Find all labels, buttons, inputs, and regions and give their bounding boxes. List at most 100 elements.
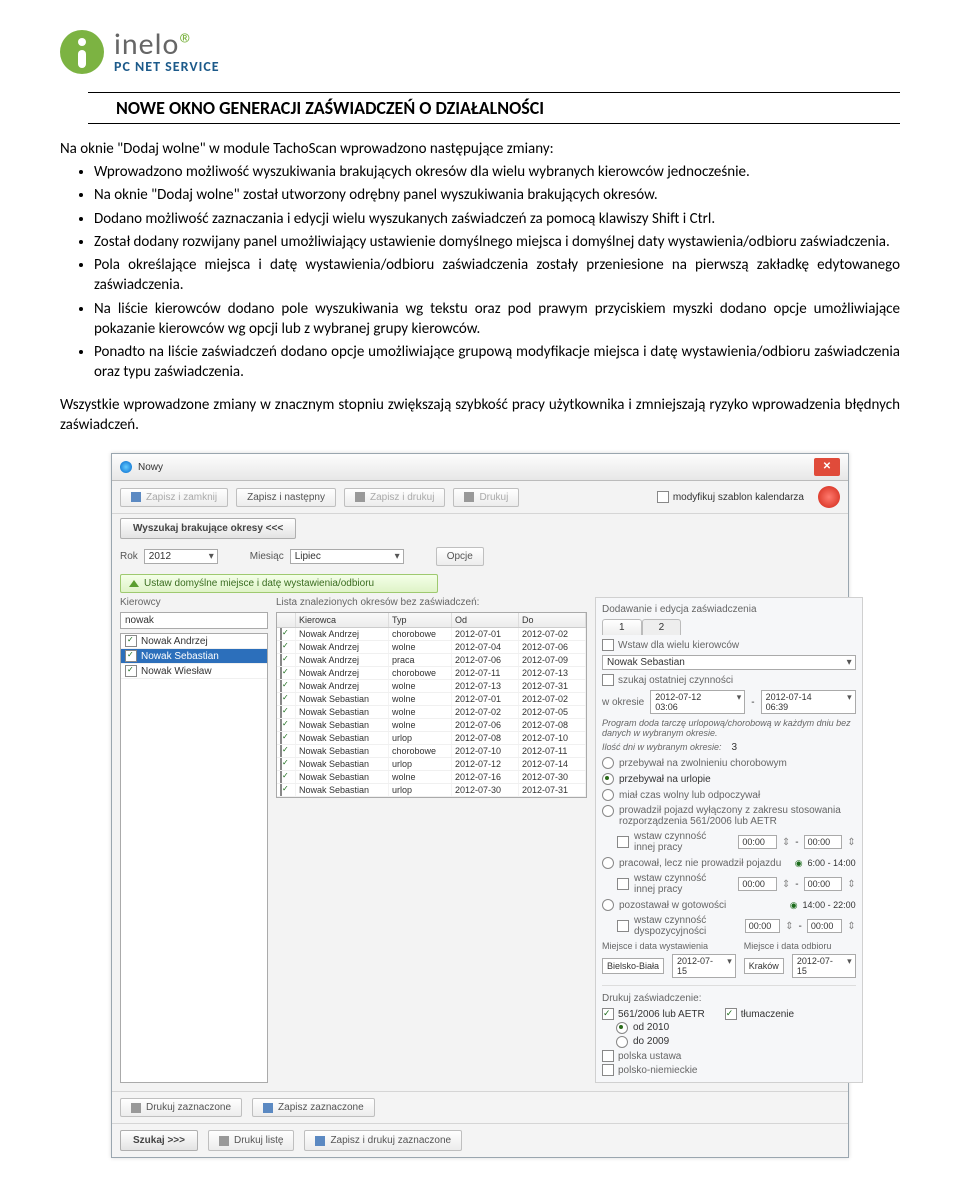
month-label: Miesiąc	[250, 551, 284, 562]
brand-logo: inelo® PC NET SERVICE	[60, 30, 900, 74]
modify-template-checkbox[interactable]: modyfikuj szablon kalendarza	[657, 491, 804, 503]
save-print-button[interactable]: Zapisz i drukuj	[344, 488, 445, 507]
set-defaults-button[interactable]: Ustaw domyślne miejsce i datę wystawieni…	[120, 574, 438, 593]
insert-other-work-2[interactable]: wstaw czynność innej pracy	[634, 873, 728, 895]
checkbox-icon[interactable]	[280, 771, 282, 783]
note-text: Program doda tarczę urlopową/chorobową w…	[602, 718, 856, 738]
tab-1[interactable]: 1	[602, 619, 642, 635]
time-input[interactable]: 00:00	[738, 877, 777, 891]
last-activity-checkbox[interactable]: szukaj ostatniej czynności	[602, 674, 856, 686]
city-issue-input[interactable]: Bielsko-Biała	[602, 958, 664, 974]
time-input[interactable]: 00:00	[738, 835, 777, 849]
driver-combo[interactable]: Nowak Sebastian	[602, 655, 856, 670]
checkbox-icon[interactable]	[125, 635, 137, 647]
opt-561[interactable]: prowadził pojazd wyłączony z zakresu sto…	[602, 805, 856, 827]
opt-free[interactable]: miał czas wolny lub odpoczywał	[602, 789, 856, 801]
save-print-selected-button[interactable]: Zapisz i drukuj zaznaczone	[304, 1130, 462, 1151]
checkbox-icon[interactable]	[280, 758, 282, 770]
close-icon[interactable]: ✕	[814, 458, 840, 476]
chk-pl-de[interactable]: polsko-niemieckie	[602, 1064, 705, 1076]
search-button[interactable]: Szukaj >>>	[120, 1130, 198, 1151]
place-receive-label: Miejsce i data odbioru	[744, 941, 856, 951]
checkbox-icon[interactable]	[280, 693, 282, 705]
save-close-button[interactable]: Zapisz i zamknij	[120, 488, 228, 507]
table-row[interactable]: Nowak Sebastianwolne2012-07-012012-07-02	[277, 693, 586, 706]
save-selected-button[interactable]: Zapisz zaznaczone	[252, 1098, 375, 1117]
help-icon[interactable]	[818, 486, 840, 508]
checkbox-icon[interactable]	[280, 784, 282, 796]
drivers-list[interactable]: Nowak Andrzej Nowak Sebastian Nowak Wies…	[120, 633, 268, 1083]
print-selected-button[interactable]: Drukuj zaznaczone	[120, 1098, 242, 1117]
checkbox-icon[interactable]	[280, 745, 282, 757]
periods-table[interactable]: Kierowca Typ Od Do Nowak Andrzejchorobow…	[276, 612, 587, 798]
insert-availability[interactable]: wstaw czynność dyspozycyjności	[634, 915, 735, 937]
time-input[interactable]: 00:00	[804, 835, 843, 849]
search-missing-button[interactable]: Wyszukaj brakujące okresy <<<	[120, 518, 296, 539]
table-row[interactable]: Nowak Sebastianwolne2012-07-022012-07-05	[277, 706, 586, 719]
tab-2[interactable]: 2	[642, 619, 682, 635]
table-row[interactable]: Nowak Sebastianurlop2012-07-302012-07-31	[277, 784, 586, 797]
year-label: Rok	[120, 551, 138, 562]
chk-polska[interactable]: polska ustawa	[602, 1050, 705, 1062]
checkbox-icon[interactable]	[280, 667, 282, 679]
opt-sick[interactable]: przebywał na zwolnieniu chorobowym	[602, 757, 856, 769]
print-list-button[interactable]: Drukuj listę	[208, 1130, 294, 1151]
save-icon	[315, 1136, 325, 1146]
month-combo[interactable]: Lipiec	[290, 549, 404, 564]
opt-standby[interactable]: pozostawał w gotowości◉ 14:00 - 22:00	[602, 899, 856, 911]
checkbox-icon[interactable]	[280, 732, 282, 744]
checkbox-icon[interactable]	[280, 680, 282, 692]
table-row[interactable]: Nowak Andrzejwolne2012-07-042012-07-06	[277, 641, 586, 654]
list-item: Na liście kierowców dodano pole wyszukiw…	[94, 299, 900, 340]
checkbox-icon[interactable]	[280, 719, 282, 731]
table-row[interactable]: Nowak Andrzejpraca2012-07-062012-07-09	[277, 654, 586, 667]
checkbox-icon[interactable]	[280, 628, 282, 640]
driver-row[interactable]: Nowak Wiesław	[121, 664, 267, 679]
options-button[interactable]: Opcje	[436, 547, 484, 566]
period-to-input[interactable]: 2012-07-14 06:39	[761, 690, 856, 714]
table-row[interactable]: Nowak Sebastianurlop2012-07-122012-07-14	[277, 758, 586, 771]
radio-2009[interactable]: do 2009	[602, 1036, 705, 1048]
year-combo[interactable]: 2012	[144, 549, 218, 564]
checkbox-icon[interactable]	[125, 665, 137, 677]
chk-translation[interactable]: tłumaczenie	[725, 1008, 794, 1020]
table-row[interactable]: Nowak Sebastianwolne2012-07-062012-07-08	[277, 719, 586, 732]
checkbox-icon[interactable]	[125, 650, 137, 662]
save-next-button[interactable]: Zapisz i następny	[236, 488, 336, 507]
period-from-input[interactable]: 2012-07-12 03:06	[650, 690, 745, 714]
period-label: w okresie	[602, 697, 644, 708]
checkbox-icon[interactable]	[280, 641, 282, 653]
checkbox-icon[interactable]	[280, 654, 282, 666]
opt-work[interactable]: pracował, lecz nie prowadził pojazdu◉ 6:…	[602, 857, 856, 869]
opt-vacation[interactable]: przebywał na urlopie	[602, 773, 856, 785]
table-row[interactable]: Nowak Andrzejchorobowe2012-07-012012-07-…	[277, 628, 586, 641]
list-item: Na oknie "Dodaj wolne" został utworzony …	[94, 185, 900, 205]
print-icon	[464, 492, 474, 502]
edit-panel: Dodawanie i edycja zaświadczenia 1 2 Wst…	[595, 597, 863, 1083]
time-input[interactable]: 00:00	[745, 919, 780, 933]
date-issue-input[interactable]: 2012-07-15	[672, 954, 736, 978]
insert-many-checkbox[interactable]: Wstaw dla wielu kierowców	[602, 639, 856, 651]
table-row[interactable]: Nowak Andrzejchorobowe2012-07-112012-07-…	[277, 667, 586, 680]
table-row[interactable]: Nowak Sebastianurlop2012-07-082012-07-10	[277, 732, 586, 745]
chk-561[interactable]: 561/2006 lub AETR	[602, 1008, 705, 1020]
driver-row[interactable]: Nowak Andrzej	[121, 634, 267, 649]
logo-sub: PC NET SERVICE	[114, 60, 220, 74]
drivers-header: Kierowcy	[120, 597, 268, 608]
driver-search-input[interactable]: nowak	[120, 612, 268, 629]
checkbox-icon[interactable]	[280, 706, 282, 718]
list-item: Ponadto na liście zaświadczeń dodano opc…	[94, 342, 900, 383]
date-receive-input[interactable]: 2012-07-15	[792, 954, 856, 978]
city-receive-input[interactable]: Kraków	[744, 958, 784, 974]
table-row[interactable]: Nowak Andrzejwolne2012-07-132012-07-31	[277, 680, 586, 693]
time-input[interactable]: 00:00	[804, 877, 843, 891]
radio-2010[interactable]: od 2010	[602, 1022, 705, 1034]
driver-row[interactable]: Nowak Sebastian	[121, 649, 267, 664]
page-title: NOWE OKNO GENERACJI ZAŚWIADCZEŃ O DZIAŁA…	[88, 97, 900, 119]
print-button[interactable]: Drukuj	[453, 488, 519, 507]
insert-other-work-1[interactable]: wstaw czynność innej pracy	[634, 831, 728, 853]
edit-header: Dodawanie i edycja zaświadczenia	[602, 604, 856, 615]
table-row[interactable]: Nowak Sebastianwolne2012-07-162012-07-30	[277, 771, 586, 784]
table-row[interactable]: Nowak Sebastianchorobowe2012-07-102012-0…	[277, 745, 586, 758]
time-input[interactable]: 00:00	[807, 919, 842, 933]
